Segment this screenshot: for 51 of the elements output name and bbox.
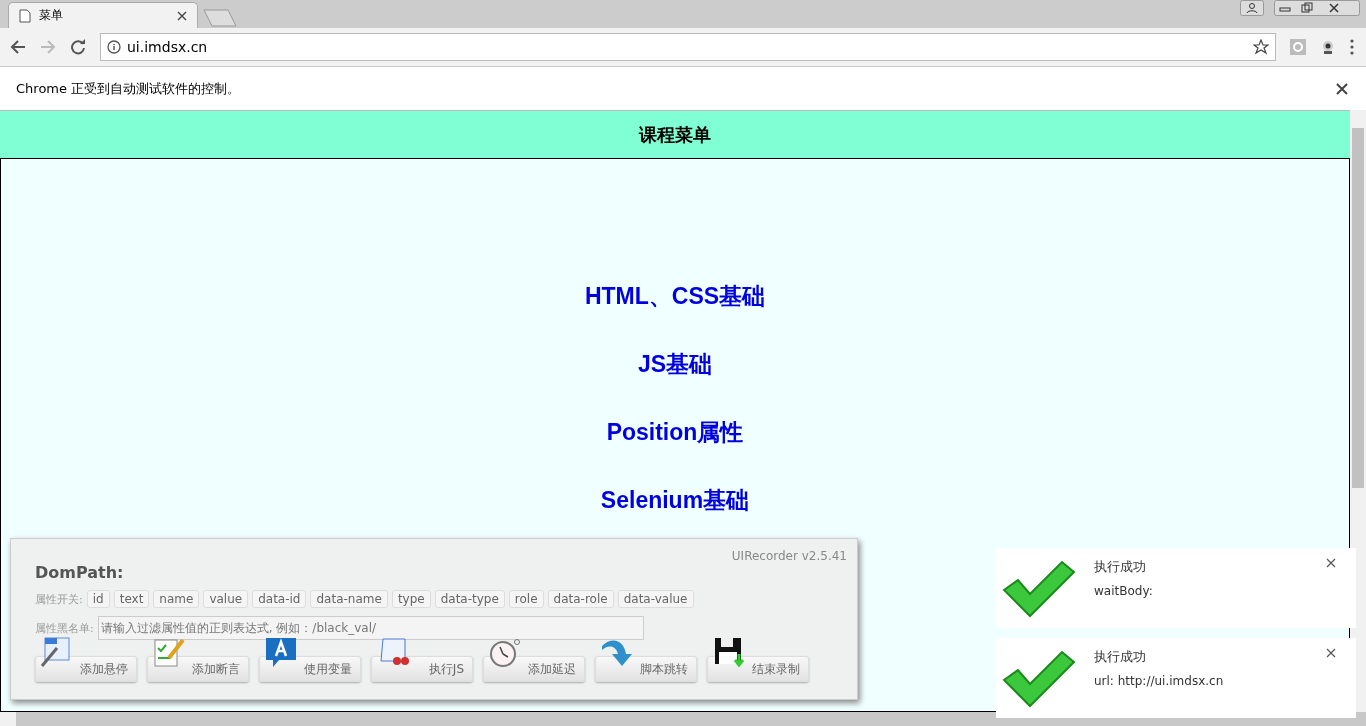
address-bar[interactable]: ui.imdsx.cn bbox=[100, 33, 1276, 61]
recorder-button[interactable]: 添加延迟 bbox=[483, 656, 585, 682]
back-icon[interactable] bbox=[10, 39, 26, 55]
attribute-toggle[interactable]: id bbox=[86, 590, 110, 608]
close-icon[interactable] bbox=[1326, 648, 1336, 658]
close-icon[interactable] bbox=[1336, 82, 1348, 95]
recorder-button[interactable]: 添加悬停 bbox=[35, 656, 137, 682]
attribute-label: 属性开关: bbox=[35, 591, 83, 607]
recorder-button[interactable]: 使用变量 bbox=[259, 656, 361, 682]
toast-message: waitBody: bbox=[1094, 584, 1153, 598]
star-icon[interactable] bbox=[1253, 39, 1269, 55]
attribute-toggle[interactable]: role bbox=[508, 590, 544, 608]
camera-icon[interactable] bbox=[1320, 39, 1336, 55]
version-label: UIRecorder v2.5.41 bbox=[731, 549, 847, 563]
attribute-toggle[interactable]: data-role bbox=[547, 590, 614, 608]
course-link[interactable]: Position属性 bbox=[606, 415, 744, 449]
vertical-scrollbar[interactable] bbox=[1350, 110, 1366, 712]
course-link[interactable]: JS基础 bbox=[637, 347, 713, 381]
course-link[interactable]: Selenium基础 bbox=[600, 483, 750, 517]
attribute-toggle[interactable]: name bbox=[153, 590, 200, 608]
profile-icon[interactable] bbox=[1240, 0, 1264, 16]
page-title: 课程菜单 bbox=[639, 122, 711, 147]
blacklist-label: 属性黑名单: bbox=[35, 620, 94, 636]
window-controls-icon[interactable] bbox=[1274, 0, 1360, 16]
recorder-button[interactable]: 脚本跳转 bbox=[595, 656, 697, 682]
attribute-toggle[interactable]: value bbox=[203, 590, 249, 608]
close-icon[interactable] bbox=[177, 10, 187, 21]
toast-title: 执行成功 bbox=[1094, 558, 1147, 576]
page-icon bbox=[19, 8, 31, 23]
attribute-toggle[interactable]: data-value bbox=[617, 590, 694, 608]
letter-bubble-icon bbox=[263, 636, 299, 668]
recorder-button[interactable]: 结束录制 bbox=[707, 656, 809, 682]
attribute-toggle[interactable]: data-id bbox=[252, 590, 307, 608]
attribute-toggle[interactable]: data-name bbox=[310, 590, 388, 608]
menu-icon[interactable] bbox=[1350, 39, 1354, 55]
checklist-icon bbox=[151, 636, 187, 668]
infobar-message: Chrome 正受到自动测试软件的控制。 bbox=[16, 79, 241, 98]
toast-title: 执行成功 bbox=[1094, 648, 1147, 666]
attribute-toggle[interactable]: type bbox=[391, 590, 431, 608]
blacklist-field[interactable]: 请输入过滤属性值的正则表达式, 例如：/black_val/ bbox=[97, 616, 644, 640]
panel-title: DomPath: bbox=[35, 563, 125, 582]
attribute-toggle[interactable]: text bbox=[113, 590, 150, 608]
info-icon bbox=[107, 40, 121, 54]
close-icon[interactable] bbox=[1326, 558, 1336, 568]
course-link[interactable]: HTML、CSS基础 bbox=[584, 279, 766, 313]
toast-message: url: http://ui.imdsx.cn bbox=[1094, 674, 1224, 688]
reload-icon[interactable] bbox=[70, 39, 86, 55]
recorder-button[interactable]: 执行JS bbox=[371, 656, 473, 682]
attribute-toggle[interactable]: data-type bbox=[434, 590, 505, 608]
stopwatch-icon bbox=[487, 636, 523, 668]
browser-tab[interactable]: 菜单 bbox=[8, 2, 198, 28]
